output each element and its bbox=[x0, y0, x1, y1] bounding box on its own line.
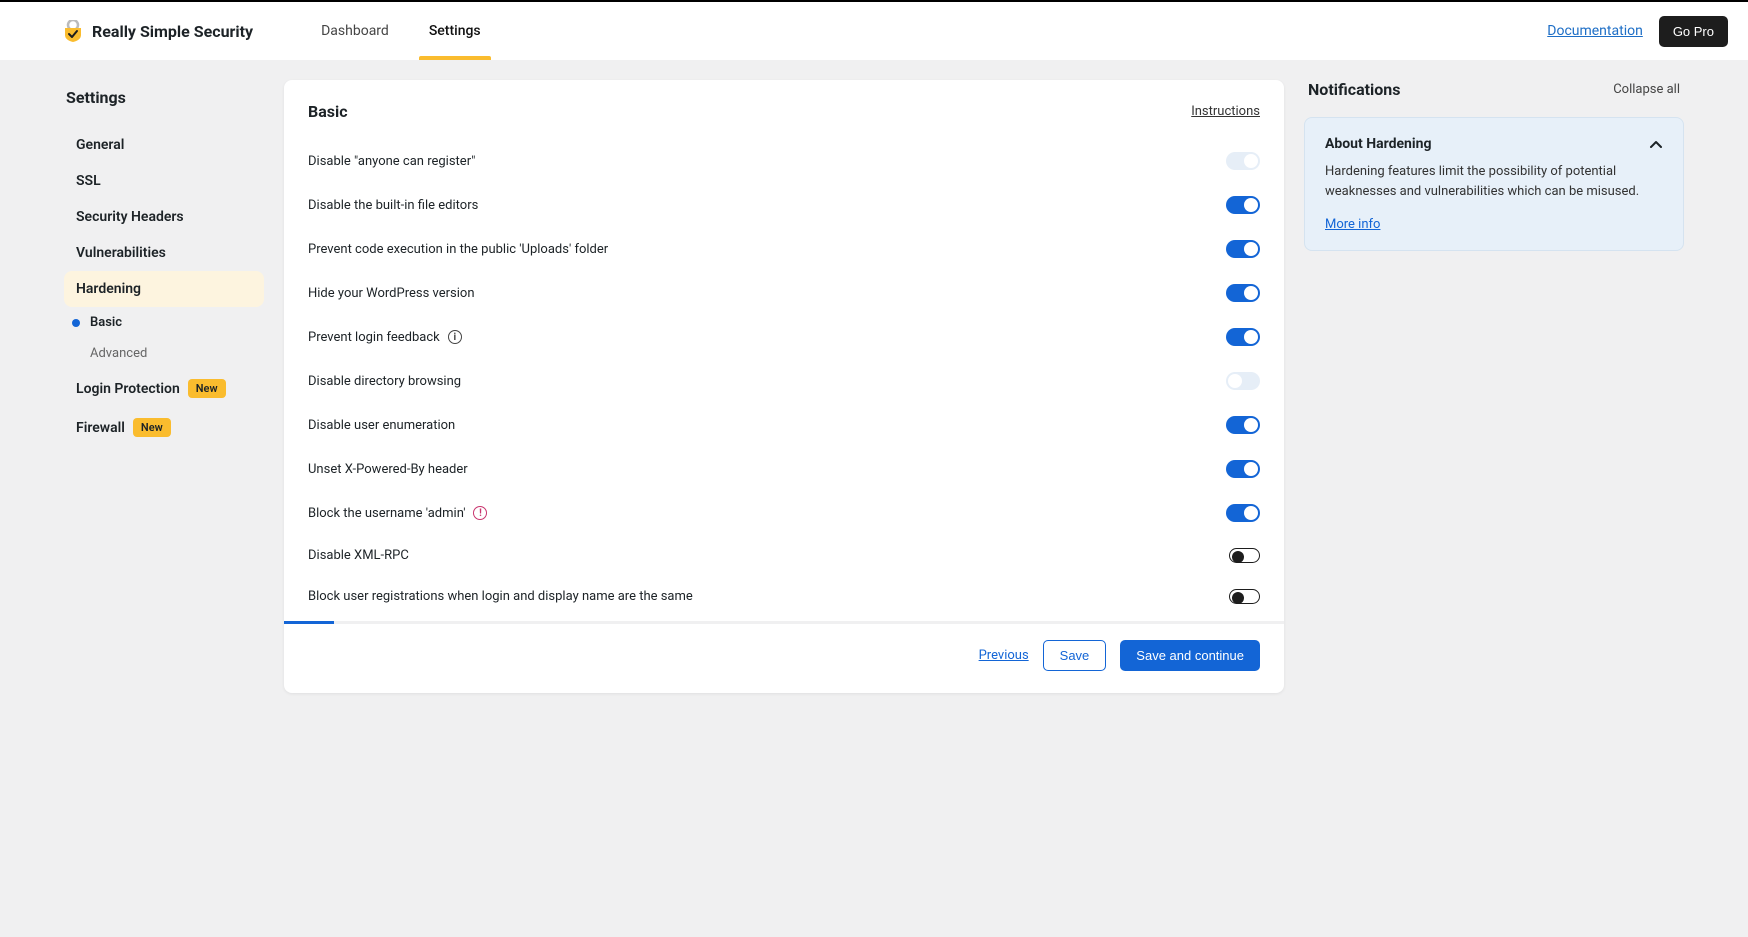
save-button[interactable]: Save bbox=[1043, 640, 1107, 671]
settings-sidebar: Settings General SSL Security Headers Vu… bbox=[64, 80, 264, 447]
tab-settings[interactable]: Settings bbox=[409, 2, 501, 60]
setting-label: Disable XML-RPC bbox=[308, 548, 409, 563]
setting-row: Prevent login feedback i bbox=[308, 315, 1260, 359]
setting-row: Disable XML-RPC bbox=[308, 535, 1260, 576]
card-footer: Previous Save Save and continue bbox=[284, 624, 1284, 693]
save-continue-button[interactable]: Save and continue bbox=[1120, 640, 1260, 671]
setting-label-text: Unset X-Powered-By header bbox=[308, 462, 468, 477]
sidebar-item-label: Firewall bbox=[76, 420, 125, 436]
header-tabs: Dashboard Settings bbox=[301, 2, 501, 60]
progress-fill bbox=[284, 621, 334, 624]
notifications-title: Notifications bbox=[1308, 80, 1401, 99]
page: Settings General SSL Security Headers Vu… bbox=[0, 60, 1748, 713]
progress-bar bbox=[284, 621, 1284, 624]
toggle-switch[interactable] bbox=[1226, 504, 1260, 522]
sidebar-item-ssl[interactable]: SSL bbox=[64, 163, 264, 199]
toggle-switch[interactable] bbox=[1226, 460, 1260, 478]
sidebar-sub-label: Advanced bbox=[90, 346, 147, 361]
documentation-link[interactable]: Documentation bbox=[1547, 23, 1643, 39]
card-header: Basic Instructions bbox=[284, 80, 1284, 131]
toggle-switch bbox=[1226, 152, 1260, 170]
previous-link[interactable]: Previous bbox=[979, 648, 1029, 663]
notifications-column: Notifications Collapse all About Hardeni… bbox=[1304, 80, 1684, 251]
more-info-link[interactable]: More info bbox=[1325, 217, 1380, 232]
instructions-link[interactable]: Instructions bbox=[1191, 104, 1260, 119]
sidebar-title: Settings bbox=[66, 88, 264, 107]
go-pro-button[interactable]: Go Pro bbox=[1659, 16, 1728, 47]
brand-name: Really Simple Security bbox=[92, 22, 253, 41]
setting-row: Disable the built-in file editors bbox=[308, 183, 1260, 227]
setting-label: Block user registrations when login and … bbox=[308, 589, 693, 604]
setting-label-text: Disable user enumeration bbox=[308, 418, 455, 433]
setting-row: Block user registrations when login and … bbox=[308, 576, 1260, 617]
sidebar-item-login-protection[interactable]: Login Protection New bbox=[64, 369, 264, 408]
setting-row: Disable "anyone can register" bbox=[308, 139, 1260, 183]
setting-label: Prevent login feedback i bbox=[308, 330, 462, 345]
toggle-switch[interactable] bbox=[1226, 196, 1260, 214]
card-title: Basic bbox=[308, 102, 348, 121]
setting-row: Disable directory browsing bbox=[308, 359, 1260, 403]
shield-lock-icon bbox=[64, 20, 82, 42]
sidebar-item-hardening[interactable]: Hardening bbox=[64, 271, 264, 307]
notification-card-header: About Hardening bbox=[1325, 136, 1663, 152]
setting-row: Disable user enumeration bbox=[308, 403, 1260, 447]
main-card: Basic Instructions Disable "anyone can r… bbox=[284, 80, 1284, 693]
setting-label-text: Prevent login feedback bbox=[308, 330, 440, 345]
toggle-switch[interactable] bbox=[1226, 284, 1260, 302]
sidebar-item-label: Login Protection bbox=[76, 381, 180, 397]
setting-label-text: Block the username 'admin' bbox=[308, 506, 465, 521]
brand: Really Simple Security bbox=[64, 20, 253, 42]
info-icon[interactable]: i bbox=[448, 330, 462, 344]
setting-label-text: Prevent code execution in the public 'Up… bbox=[308, 242, 608, 257]
toggle-switch[interactable] bbox=[1226, 416, 1260, 434]
collapse-all-link[interactable]: Collapse all bbox=[1613, 82, 1680, 97]
setting-row: Block the username 'admin'! bbox=[308, 491, 1260, 535]
sidebar-sub-basic[interactable]: Basic bbox=[64, 307, 264, 338]
setting-label-text: Block user registrations when login and … bbox=[308, 589, 693, 604]
chevron-up-icon[interactable] bbox=[1649, 137, 1663, 151]
sidebar-sub-advanced[interactable]: Advanced bbox=[64, 338, 264, 369]
toggle-switch[interactable] bbox=[1229, 589, 1260, 604]
notification-card: About Hardening Hardening features limit… bbox=[1304, 117, 1684, 251]
setting-label: Disable the built-in file editors bbox=[308, 198, 478, 213]
setting-label-text: Disable the built-in file editors bbox=[308, 198, 478, 213]
setting-label-text: Disable XML-RPC bbox=[308, 548, 409, 563]
setting-label: Block the username 'admin'! bbox=[308, 506, 487, 521]
sidebar-item-security-headers[interactable]: Security Headers bbox=[64, 199, 264, 235]
notification-body: Hardening features limit the possibility… bbox=[1325, 162, 1663, 201]
sidebar-item-general[interactable]: General bbox=[64, 127, 264, 163]
toggle-switch[interactable] bbox=[1226, 328, 1260, 346]
warning-icon[interactable]: ! bbox=[473, 506, 487, 520]
new-badge: New bbox=[188, 379, 226, 398]
new-badge: New bbox=[133, 418, 171, 437]
notifications-header: Notifications Collapse all bbox=[1304, 80, 1684, 105]
setting-label: Prevent code execution in the public 'Up… bbox=[308, 242, 608, 257]
setting-row: Unset X-Powered-By header bbox=[308, 447, 1260, 491]
setting-label-text: Disable directory browsing bbox=[308, 374, 461, 389]
top-right: Documentation Go Pro bbox=[1547, 16, 1728, 47]
setting-label-text: Disable "anyone can register" bbox=[308, 154, 475, 169]
setting-label: Disable user enumeration bbox=[308, 418, 455, 433]
notification-card-title: About Hardening bbox=[1325, 136, 1431, 152]
setting-label: Disable "anyone can register" bbox=[308, 154, 475, 169]
toggle-switch[interactable] bbox=[1229, 548, 1260, 563]
setting-row: Prevent code execution in the public 'Up… bbox=[308, 227, 1260, 271]
sidebar-item-firewall[interactable]: Firewall New bbox=[64, 408, 264, 447]
tab-dashboard[interactable]: Dashboard bbox=[301, 2, 409, 60]
sidebar-sub-label: Basic bbox=[90, 315, 122, 330]
settings-list: Disable "anyone can register" Disable the… bbox=[284, 131, 1284, 621]
setting-label: Hide your WordPress version bbox=[308, 286, 475, 301]
setting-row: Hide your WordPress version bbox=[308, 271, 1260, 315]
sidebar-item-vulnerabilities[interactable]: Vulnerabilities bbox=[64, 235, 264, 271]
setting-label: Disable directory browsing bbox=[308, 374, 461, 389]
toggle-switch bbox=[1226, 372, 1260, 390]
top-bar: Really Simple Security Dashboard Setting… bbox=[0, 0, 1748, 60]
setting-label-text: Hide your WordPress version bbox=[308, 286, 475, 301]
toggle-switch[interactable] bbox=[1226, 240, 1260, 258]
setting-label: Unset X-Powered-By header bbox=[308, 462, 468, 477]
